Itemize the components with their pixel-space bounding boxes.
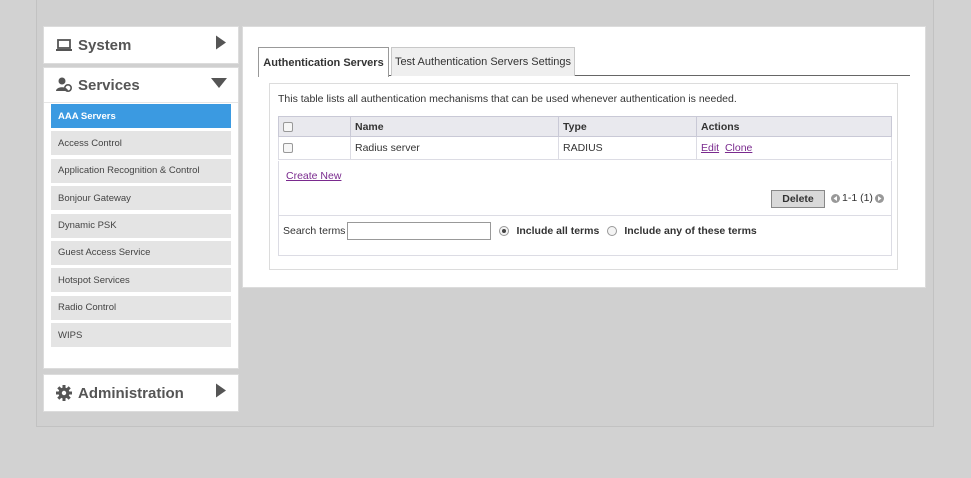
sidebar-services-header[interactable]: Services bbox=[44, 68, 238, 103]
chevron-right-icon bbox=[215, 35, 227, 55]
edit-link[interactable]: Edit bbox=[701, 142, 719, 154]
sidebar-item-bonjour-gateway[interactable]: Bonjour Gateway bbox=[51, 186, 231, 211]
sidebar-system-header[interactable]: System bbox=[44, 27, 238, 63]
chevron-down-icon bbox=[211, 76, 227, 94]
auth-servers-table: Name Type Actions Radius server RADIUS E… bbox=[278, 116, 892, 160]
select-all-checkbox[interactable] bbox=[283, 121, 293, 132]
tab-authentication-servers[interactable]: Authentication Servers bbox=[258, 47, 389, 77]
include-all-label: Include all terms bbox=[516, 225, 600, 237]
pager: 1-1 (1) bbox=[831, 192, 884, 204]
table-row: Radius server RADIUS Edit Clone bbox=[278, 136, 892, 160]
sidebar-item-radio-control[interactable]: Radio Control bbox=[51, 295, 231, 320]
create-new-link[interactable]: Create New bbox=[286, 170, 341, 182]
row-actions: Edit Clone bbox=[696, 136, 892, 160]
divider bbox=[279, 215, 891, 216]
services-icon bbox=[55, 76, 73, 94]
clone-link[interactable]: Clone bbox=[725, 142, 752, 154]
main-content: Authentication Servers Test Authenticati… bbox=[242, 26, 926, 288]
sidebar-item-wips[interactable]: WIPS bbox=[51, 323, 231, 348]
row-select-cell bbox=[278, 136, 351, 160]
column-header-actions: Actions bbox=[696, 116, 892, 137]
sidebar-administration-label: Administration bbox=[78, 384, 184, 402]
tab-bar: Authentication Servers Test Authenticati… bbox=[258, 47, 910, 77]
sidebar-administration-section: Administration bbox=[43, 374, 239, 412]
chevron-right-icon bbox=[215, 383, 227, 403]
gear-icon bbox=[55, 384, 73, 402]
search-terms-label: Search terms bbox=[283, 225, 346, 237]
sidebar-item-aaa-servers[interactable]: AAA Servers bbox=[51, 104, 231, 128]
row-type: RADIUS bbox=[558, 136, 697, 160]
auth-servers-panel: This table lists all authentication mech… bbox=[269, 83, 898, 270]
next-page-icon[interactable] bbox=[874, 193, 884, 203]
previous-page-icon[interactable] bbox=[831, 193, 840, 203]
services-submenu: AAA Servers Access Control Application R… bbox=[44, 103, 238, 359]
pager-text: 1-1 (1) bbox=[842, 192, 873, 204]
include-any-label: Include any of these terms bbox=[624, 225, 757, 237]
include-any-radio[interactable] bbox=[607, 226, 618, 236]
sidebar-system-section: System bbox=[43, 26, 239, 64]
column-header-type: Type bbox=[558, 116, 697, 137]
search-input[interactable] bbox=[347, 222, 492, 240]
table-header-row: Name Type Actions bbox=[278, 116, 892, 137]
sidebar-item-access-control[interactable]: Access Control bbox=[51, 131, 231, 156]
sidebar-item-hotspot-services[interactable]: Hotspot Services bbox=[51, 268, 231, 293]
row-name: Radius server bbox=[350, 136, 559, 160]
include-all-radio[interactable] bbox=[499, 226, 510, 236]
tab-test-authentication-settings[interactable]: Test Authentication Servers Settings bbox=[391, 47, 575, 76]
select-all-header bbox=[278, 116, 351, 137]
sidebar-services-label: Services bbox=[78, 76, 140, 94]
table-footer: Create New Delete 1-1 (1) Search terms I… bbox=[278, 161, 892, 256]
laptop-icon bbox=[55, 36, 73, 54]
search-row: Search terms Include all terms Include a… bbox=[283, 222, 765, 240]
sidebar-item-dynamic-psk[interactable]: Dynamic PSK bbox=[51, 213, 231, 238]
panel-description: This table lists all authentication mech… bbox=[278, 93, 737, 105]
sidebar-system-label: System bbox=[78, 36, 132, 54]
sidebar-item-application-recognition[interactable]: Application Recognition & Control bbox=[51, 158, 231, 183]
row-checkbox[interactable] bbox=[283, 143, 293, 154]
sidebar-item-guest-access[interactable]: Guest Access Service bbox=[51, 240, 231, 265]
column-header-name: Name bbox=[350, 116, 559, 137]
sidebar-administration-header[interactable]: Administration bbox=[44, 375, 238, 411]
delete-button[interactable]: Delete bbox=[771, 190, 825, 208]
sidebar-services-section: Services AAA Servers Access Control Appl… bbox=[43, 67, 239, 369]
